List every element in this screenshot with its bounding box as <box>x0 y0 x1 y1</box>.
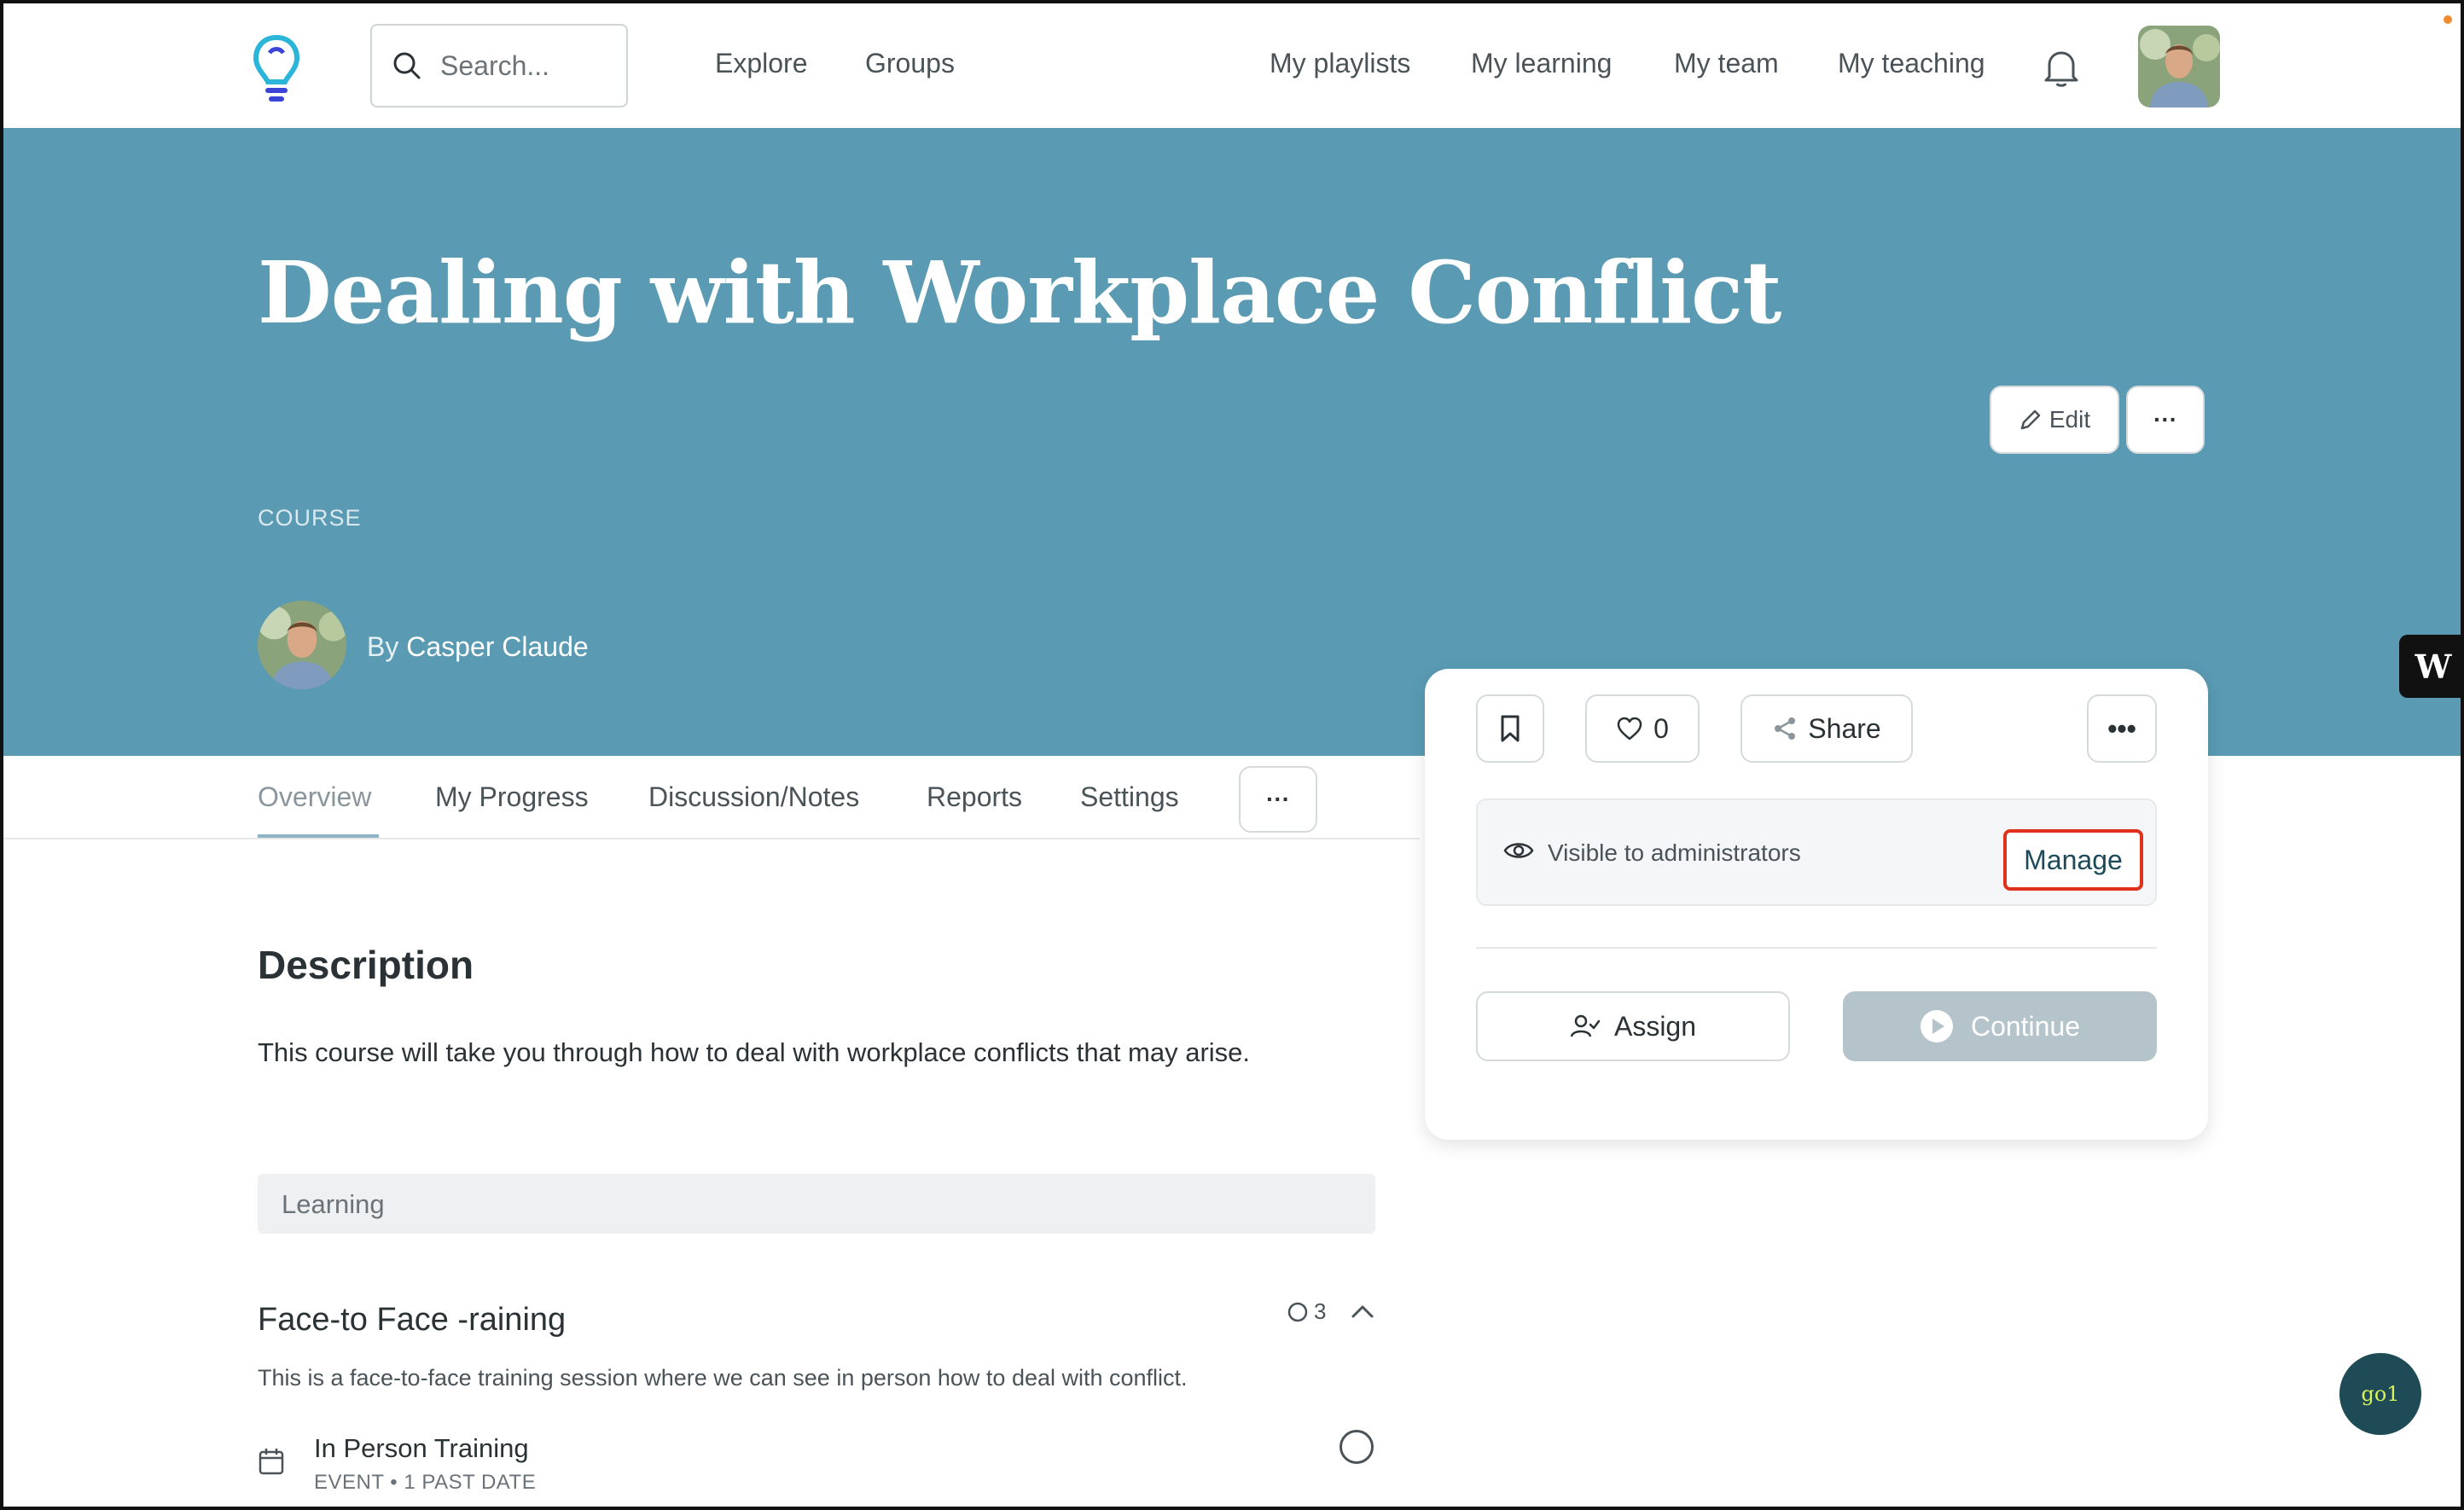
section-item-count: 3 <box>1287 1298 1326 1325</box>
course-type-label: COURSE <box>258 505 362 531</box>
learning-section-header: Learning <box>258 1174 1375 1234</box>
section-title[interactable]: Face-to Face -raining <box>258 1302 566 1339</box>
card-more-button[interactable]: ••• <box>2087 694 2157 763</box>
heart-icon <box>1617 717 1642 740</box>
visibility-panel: Visible to administrators Manage <box>1476 799 2157 906</box>
author-name-link[interactable]: Casper Claude <box>406 631 588 662</box>
edit-label: Edit <box>2048 406 2091 433</box>
go1-chat-widget[interactable]: go1 <box>2339 1353 2421 1435</box>
chevron-up-icon[interactable] <box>1350 1300 1375 1322</box>
share-icon <box>1775 717 1796 740</box>
nav-my-team[interactable]: My team <box>1674 48 1779 79</box>
learning-item-title[interactable]: In Person Training <box>314 1433 529 1464</box>
like-count: 0 <box>1653 712 1669 744</box>
learning-label: Learning <box>282 1189 385 1219</box>
learning-item-meta: EVENT • 1 PAST DATE <box>314 1471 537 1494</box>
user-avatar[interactable] <box>2138 26 2220 107</box>
nav-my-teaching[interactable]: My teaching <box>1838 48 1985 79</box>
tab-discussion-notes[interactable]: Discussion/Notes <box>648 781 859 813</box>
description-text: This course will take you through how to… <box>258 1037 1251 1067</box>
assign-user-icon <box>1570 1014 1601 1037</box>
description-heading: Description <box>258 943 474 987</box>
nav-my-playlists[interactable]: My playlists <box>1270 48 1410 79</box>
top-navigation: Search... Explore Groups My playlists My… <box>3 3 2461 130</box>
w-badge[interactable]: W <box>2399 635 2461 698</box>
share-button[interactable]: Share <box>1740 694 1913 763</box>
eye-icon <box>1503 843 1534 858</box>
continue-label: Continue <box>1970 1010 2081 1042</box>
circle-icon <box>1287 1302 1308 1321</box>
continue-button[interactable]: Continue <box>1843 991 2157 1061</box>
tabs-more-button[interactable]: ··· <box>1239 766 1317 833</box>
play-icon <box>1920 1010 1953 1042</box>
edit-button[interactable]: Edit <box>1990 386 2119 454</box>
section-description: This is a face-to-face training session … <box>258 1365 1188 1391</box>
completion-status-icon <box>1340 1430 1374 1464</box>
search-icon <box>393 52 421 79</box>
pencil-icon <box>2020 409 2041 430</box>
app-window: Search... Explore Groups My playlists My… <box>0 0 2464 1510</box>
nav-explore[interactable]: Explore <box>715 48 808 79</box>
status-dot <box>2444 15 2452 24</box>
author-prefix: By <box>367 631 399 662</box>
author-byline: By Casper Claude <box>367 631 589 663</box>
course-action-card: 0 Share ••• Visible to administrators Ma… <box>1425 669 2208 1140</box>
nav-groups[interactable]: Groups <box>865 48 955 79</box>
assign-label: Assign <box>1613 1010 1697 1042</box>
share-label: Share <box>1808 712 1881 744</box>
tab-my-progress[interactable]: My Progress <box>435 781 589 813</box>
hero-more-button[interactable]: ··· <box>2126 386 2205 454</box>
manage-button[interactable]: Manage <box>2003 829 2143 891</box>
course-tabs: Overview My Progress Discussion/Notes Re… <box>3 756 1420 839</box>
tab-reports[interactable]: Reports <box>927 781 1022 813</box>
course-title: Dealing with Workplace Conflict <box>258 242 1781 343</box>
bookmark-icon <box>1501 715 1520 742</box>
section-count-value: 3 <box>1314 1298 1327 1324</box>
search-box[interactable]: Search... <box>370 24 628 107</box>
card-divider <box>1476 947 2157 949</box>
lightbulb-logo-icon[interactable] <box>251 34 302 102</box>
assign-button[interactable]: Assign <box>1476 991 1790 1061</box>
search-input[interactable]: Search... <box>440 50 549 82</box>
calendar-icon <box>259 1449 284 1475</box>
active-tab-indicator <box>258 834 379 838</box>
nav-my-learning[interactable]: My learning <box>1471 48 1612 79</box>
like-button[interactable]: 0 <box>1585 694 1700 763</box>
author-avatar[interactable] <box>258 601 346 689</box>
visibility-text: Visible to administrators <box>1548 839 1801 866</box>
bookmark-button[interactable] <box>1476 694 1544 763</box>
bell-icon[interactable] <box>2043 48 2080 87</box>
tab-overview[interactable]: Overview <box>258 781 371 813</box>
tab-settings[interactable]: Settings <box>1080 781 1179 813</box>
